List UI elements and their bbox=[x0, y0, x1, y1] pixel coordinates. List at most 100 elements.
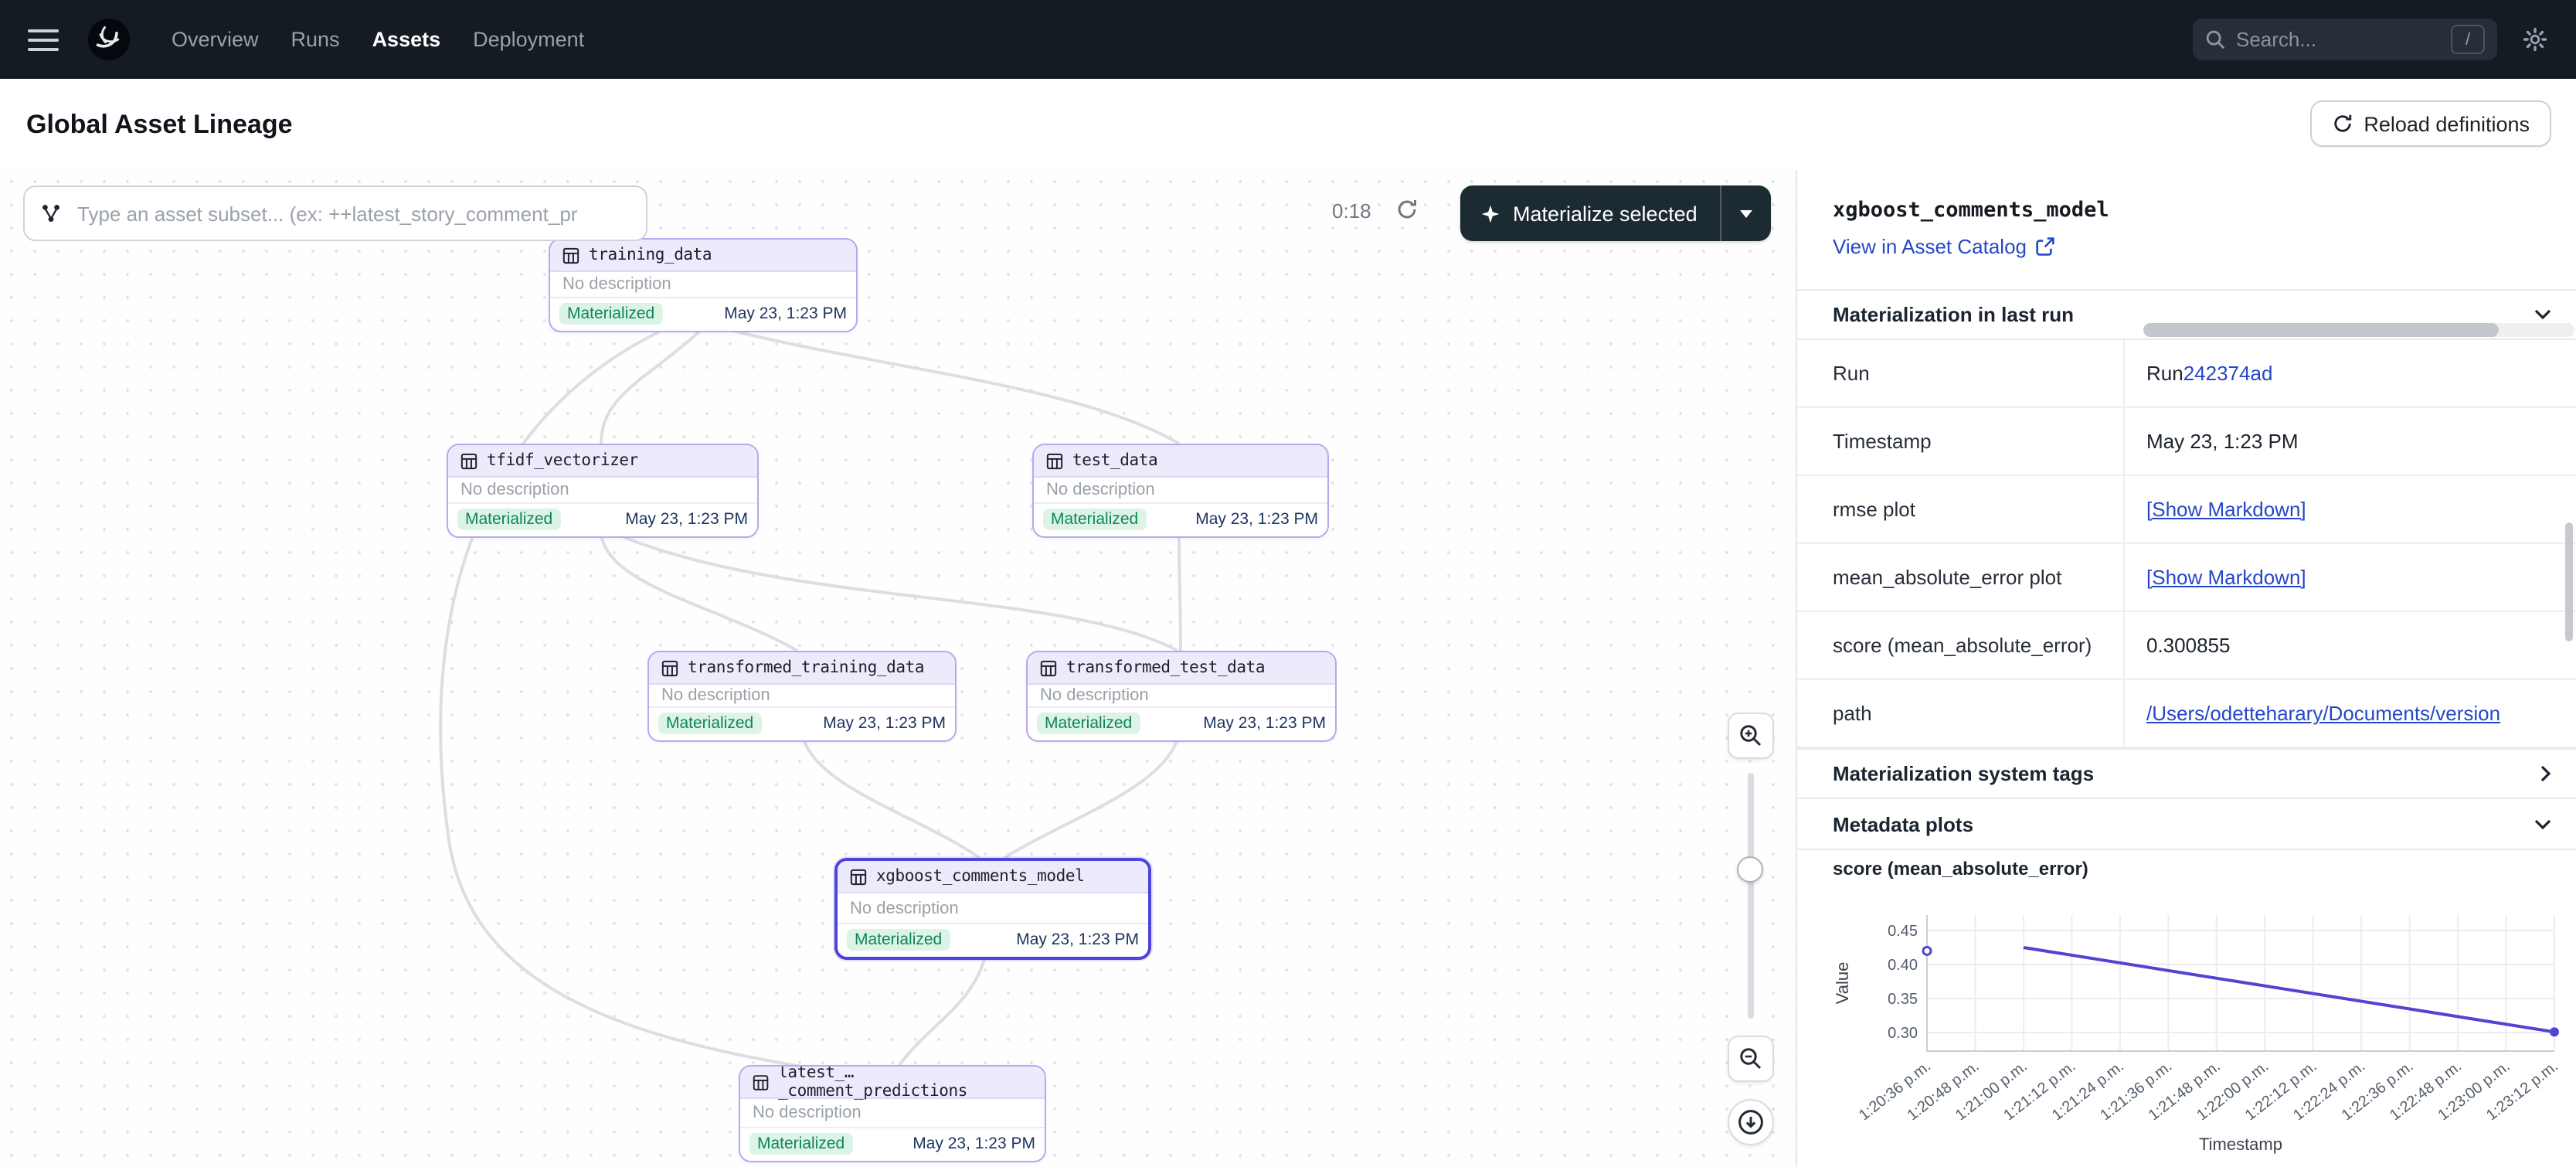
asset-node-footer: Materialized May 23, 1:23 PM bbox=[1028, 706, 1335, 740]
external-link-icon bbox=[2034, 236, 2054, 257]
asset-node[interactable]: test_data No description Materialized Ma… bbox=[1032, 444, 1329, 538]
metadata-row-value: /Users/odetteharary/Documents/version bbox=[2123, 680, 2576, 747]
metadata-row-link[interactable]: [Show Markdown] bbox=[2146, 566, 2306, 589]
zoom-out-icon bbox=[1738, 1046, 1763, 1071]
search-icon bbox=[2205, 29, 2225, 49]
asset-node-footer: Materialized May 23, 1:23 PM bbox=[448, 502, 757, 536]
section-label: Materialization in last run bbox=[1833, 303, 2074, 326]
nodes-layer: training_data No description Materialize… bbox=[0, 170, 1796, 1167]
nav-right: Search... / bbox=[2193, 19, 2548, 60]
asset-description: No description bbox=[838, 893, 1148, 923]
zoom-out-button[interactable] bbox=[1728, 1036, 1774, 1082]
zoom-slider-track[interactable] bbox=[1748, 773, 1754, 1019]
materialize-dropdown-button[interactable] bbox=[1720, 185, 1771, 241]
asset-node[interactable]: latest_…_comment_predictions No descript… bbox=[739, 1065, 1046, 1162]
materialized-timestamp: May 23, 1:23 PM bbox=[1016, 930, 1139, 948]
table-horizontal-scrollbar[interactable] bbox=[2143, 323, 2574, 337]
global-search-input[interactable]: Search... / bbox=[2193, 19, 2497, 60]
metadata-row: score (mean_absolute_error) 0.300855 bbox=[1797, 612, 2576, 680]
asset-description: No description bbox=[550, 272, 856, 297]
menu-icon[interactable] bbox=[28, 29, 59, 50]
metadata-rows: Run Run 242374ad Timestamp May 23, 1:23 … bbox=[1797, 340, 2576, 748]
materialized-badge: Materialized bbox=[847, 928, 950, 950]
page-header: Global Asset Lineage Reload definitions bbox=[0, 79, 2576, 172]
asset-filter-input[interactable] bbox=[74, 200, 630, 226]
zoom-in-button[interactable] bbox=[1728, 713, 1774, 759]
table-icon bbox=[850, 868, 867, 885]
metadata-row-link[interactable]: 242374ad bbox=[2183, 362, 2273, 385]
svg-text:0.35: 0.35 bbox=[1888, 991, 1918, 1008]
reload-definitions-label: Reload definitions bbox=[2364, 112, 2530, 135]
refresh-icon bbox=[1395, 198, 1419, 221]
materialized-timestamp: May 23, 1:23 PM bbox=[1195, 509, 1318, 528]
asset-name: latest_…_comment_predictions bbox=[778, 1065, 1032, 1101]
materialized-badge: Materialized bbox=[457, 508, 560, 529]
metadata-row-label: path bbox=[1797, 702, 2123, 725]
asset-node-footer: Materialized May 23, 1:23 PM bbox=[740, 1127, 1045, 1161]
asset-description: No description bbox=[1034, 478, 1327, 502]
asset-node-header: test_data bbox=[1034, 445, 1327, 478]
graph-refresh-button[interactable] bbox=[1395, 198, 1419, 229]
asset-node[interactable]: training_data No description Materialize… bbox=[549, 238, 858, 332]
metadata-row: Run Run 242374ad bbox=[1797, 340, 2576, 408]
materialize-split-button: Materialize selected bbox=[1460, 185, 1771, 241]
reload-definitions-button[interactable]: Reload definitions bbox=[2309, 100, 2551, 147]
asset-node[interactable]: transformed_test_data No description Mat… bbox=[1026, 651, 1337, 742]
catalog-link-label: View in Asset Catalog bbox=[1833, 235, 2027, 258]
asset-node-footer: Materialized May 23, 1:23 PM bbox=[838, 923, 1148, 957]
metadata-row-link[interactable]: /Users/odetteharary/Documents/version bbox=[2146, 702, 2500, 725]
chart-title: score (mean_absolute_error) bbox=[1833, 858, 2088, 880]
refresh-icon bbox=[2331, 113, 2353, 134]
svg-text:0.45: 0.45 bbox=[1888, 923, 1918, 940]
view-in-asset-catalog-link[interactable]: View in Asset Catalog bbox=[1833, 235, 2054, 258]
asset-name: training_data bbox=[589, 246, 712, 264]
section-materialization-system-tags[interactable]: Materialization system tags bbox=[1797, 748, 2576, 799]
asset-node-header: transformed_training_data bbox=[649, 652, 955, 685]
metadata-row-value: [Show Markdown] bbox=[2123, 476, 2576, 543]
section-metadata-plots[interactable]: Metadata plots bbox=[1797, 799, 2576, 850]
countdown-timer: 0:18 bbox=[1332, 199, 1371, 223]
metadata-row-label: Run bbox=[1797, 362, 2123, 385]
chevron-down-icon bbox=[1740, 209, 1752, 217]
materialize-selected-button[interactable]: Materialize selected bbox=[1460, 185, 1720, 241]
recenter-button[interactable] bbox=[1728, 1099, 1774, 1145]
materialized-badge: Materialized bbox=[1043, 508, 1146, 529]
asset-filter-box[interactable] bbox=[23, 185, 647, 241]
metadata-row: path /Users/odetteharary/Documents/versi… bbox=[1797, 680, 2576, 748]
search-placeholder: Search... bbox=[2236, 28, 2440, 51]
chevron-right-icon bbox=[2540, 765, 2551, 782]
svg-text:0.30: 0.30 bbox=[1888, 1025, 1918, 1042]
screenshot-root: Overview Runs Assets Deployment Search... / bbox=[0, 0, 2576, 1167]
nav-items: Overview Runs Assets Deployment bbox=[172, 28, 584, 51]
zoom-slider-handle[interactable] bbox=[1737, 856, 1763, 883]
content: training_data No description Materialize… bbox=[0, 170, 2576, 1167]
svg-text:Value: Value bbox=[1833, 962, 1852, 1005]
asset-node-header: xgboost_comments_model bbox=[838, 861, 1148, 893]
nav-item-runs[interactable]: Runs bbox=[291, 28, 340, 51]
asset-name: tfidf_vectorizer bbox=[487, 451, 638, 470]
svg-text:0.40: 0.40 bbox=[1888, 957, 1918, 974]
table-icon bbox=[460, 452, 477, 469]
metadata-row-value: May 23, 1:23 PM bbox=[2123, 408, 2576, 475]
asset-node[interactable]: tfidf_vectorizer No description Material… bbox=[447, 444, 759, 538]
asset-node[interactable]: xgboost_comments_model No description Ma… bbox=[834, 858, 1151, 960]
metadata-row-link[interactable]: [Show Markdown] bbox=[2146, 498, 2306, 521]
nav-item-deployment[interactable]: Deployment bbox=[473, 28, 584, 51]
zoom-in-icon bbox=[1738, 723, 1763, 748]
nav-item-overview[interactable]: Overview bbox=[172, 28, 259, 51]
selected-asset-name: xgboost_comments_model bbox=[1833, 198, 2109, 223]
table-icon bbox=[562, 247, 579, 264]
table-icon bbox=[661, 659, 678, 676]
asset-node[interactable]: transformed_training_data No description… bbox=[647, 651, 957, 742]
materialize-selected-label: Materialize selected bbox=[1513, 202, 1698, 225]
score-line-chart: 1:20:36 p.m.1:20:48 p.m.1:21:00 p.m.1:21… bbox=[1797, 884, 2576, 1167]
nav-item-assets[interactable]: Assets bbox=[372, 28, 441, 51]
materialized-timestamp: May 23, 1:23 PM bbox=[1203, 713, 1326, 732]
asset-lineage-graph[interactable]: training_data No description Materialize… bbox=[0, 170, 1796, 1167]
table-icon bbox=[753, 1073, 769, 1090]
metadata-row-label: Timestamp bbox=[1797, 430, 2123, 453]
panel-scrollbar[interactable] bbox=[2565, 522, 2573, 641]
section-label: Metadata plots bbox=[1833, 812, 1973, 835]
settings-gear-icon[interactable] bbox=[2522, 26, 2548, 53]
dagster-logo[interactable] bbox=[87, 17, 131, 62]
